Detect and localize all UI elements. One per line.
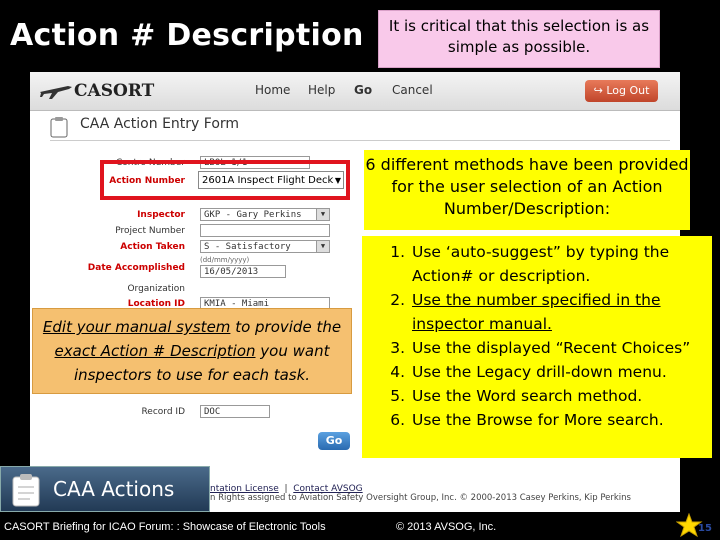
form-title: CAA Action Entry Form (80, 116, 240, 132)
manual-note-callout: Edit your manual system to provide the e… (32, 308, 352, 394)
logout-icon: ↪ (593, 84, 607, 97)
manual-note-part: Edit your manual system (42, 318, 231, 336)
project-number-label: Project Number (115, 226, 185, 236)
slide-title: Action # Description (10, 18, 364, 53)
pink-callout: It is critical that this selection is as… (378, 10, 660, 68)
method-item: Use the number specified in the inspecto… (410, 288, 712, 336)
inspector-value: GKP - Gary Perkins (204, 210, 302, 220)
methods-list-callout: Use ‘auto-suggest” by typing the Action#… (362, 236, 712, 458)
date-label: Date Accomplished (87, 263, 185, 273)
action-taken-value: S - Satisfactory (204, 242, 291, 252)
caa-actions-badge: CAA Actions (0, 466, 210, 512)
manual-note-part: exact Action # Description (54, 342, 256, 360)
method-item: Use the Word search method. (410, 384, 712, 408)
action-taken-select[interactable]: S - Satisfactory ▼ (200, 240, 330, 253)
method-item: Use ‘auto-suggest” by typing the Action#… (410, 240, 712, 288)
footer-copyright: © 2013 AVSOG, Inc. (396, 521, 497, 533)
methods-list: Use ‘auto-suggest” by typing the Action#… (362, 240, 712, 432)
form-title-row: CAA Action Entry Form (50, 116, 670, 140)
airplane-icon (40, 86, 72, 99)
action-number-select[interactable]: 2601A Inspect Flight Deck ▼ (198, 171, 344, 189)
clipboard-icon (50, 117, 68, 138)
nav-help[interactable]: Help (308, 83, 335, 97)
clipboard-icon (12, 474, 40, 507)
footer-left-text: CASORT Briefing for ICAO Forum: : Showca… (4, 521, 326, 533)
manual-note-part: to provide the (230, 318, 342, 336)
inspector-label: Inspector (137, 210, 185, 220)
methods-title-callout: 6 different methods have been provided f… (364, 150, 690, 230)
action-taken-label: Action Taken (120, 242, 185, 252)
action-number-value: 2601A Inspect Flight Deck (202, 175, 334, 186)
nav-home[interactable]: Home (255, 83, 290, 97)
nav-cancel[interactable]: Cancel (392, 83, 433, 97)
record-id-label: Record ID (141, 407, 185, 417)
method-item: Use the Legacy drill-down menu. (410, 360, 712, 384)
app-header: CASORT Home Help Go Cancel ↪ Log Out (30, 72, 680, 111)
chevron-down-icon: ▼ (316, 241, 329, 252)
caa-actions-label: CAA Actions (53, 477, 175, 501)
nav-go[interactable]: Go (354, 83, 372, 97)
method-item: Use the Browse for More search. (410, 408, 712, 432)
page-number: 15 (698, 523, 712, 534)
logout-label: Log Out (606, 84, 650, 97)
organization-label: Organization (127, 284, 185, 294)
date-field[interactable]: 16/05/2013 (200, 265, 286, 278)
logout-button[interactable]: ↪ Log Out (585, 80, 658, 102)
date-hint: (dd/mm/yyyy) (200, 256, 250, 264)
inspector-select[interactable]: GKP - Gary Perkins ▼ (200, 208, 330, 221)
go-button[interactable]: Go (318, 432, 350, 450)
method-item: Use the displayed “Recent Choices” (410, 336, 712, 360)
app-copyright: n Rights assigned to Aviation Safety Ove… (210, 493, 631, 503)
record-id-field[interactable]: DOC (200, 405, 270, 418)
chevron-down-icon: ▼ (316, 209, 329, 220)
app-logo: CASORT (74, 81, 155, 101)
chevron-down-icon: ▼ (334, 176, 341, 185)
divider (50, 140, 670, 141)
project-number-field[interactable] (200, 224, 330, 237)
